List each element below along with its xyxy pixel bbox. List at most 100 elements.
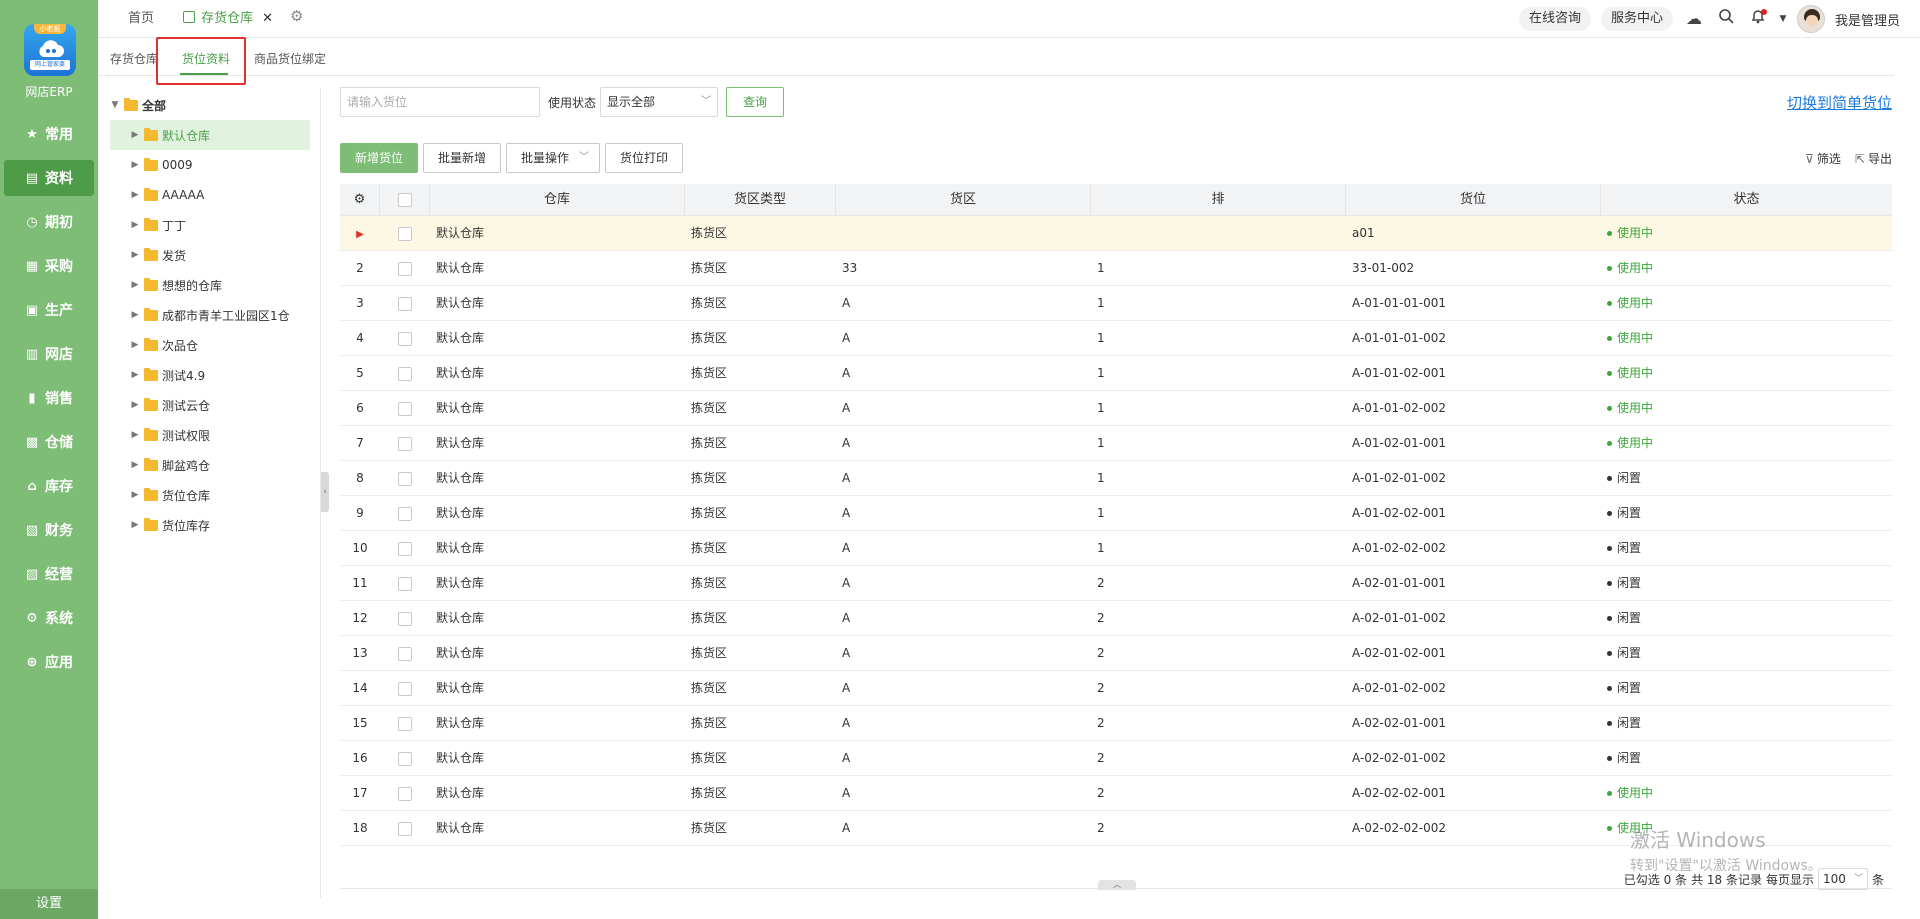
sidebar-item-12[interactable]: ⊕ 应用 bbox=[4, 644, 94, 680]
online-consult-button[interactable]: 在线咨询 bbox=[1518, 7, 1591, 31]
query-button[interactable]: 查询 bbox=[726, 87, 785, 117]
row-checkbox[interactable] bbox=[398, 436, 412, 451]
table-row[interactable]: 7 默认仓库 拣货区 A 1 A-01-02-01-001 使用中 bbox=[340, 426, 1892, 461]
tree-node[interactable]: ▶ 默认仓库 bbox=[110, 120, 310, 150]
header-status[interactable]: 状态 bbox=[1601, 184, 1892, 216]
tree-node[interactable]: ▶ 成都市青羊工业园区1仓 bbox=[110, 300, 310, 330]
table-row[interactable]: 11 默认仓库 拣货区 A 2 A-02-01-01-001 闲置 bbox=[340, 566, 1892, 601]
tree-node[interactable]: ▶ 发货 bbox=[110, 240, 310, 270]
bell-icon[interactable] bbox=[1747, 8, 1769, 30]
row-checkbox[interactable] bbox=[398, 681, 412, 696]
row-checkbox-cell[interactable] bbox=[380, 356, 430, 390]
settings-button[interactable]: 设置 bbox=[0, 889, 98, 919]
tree-node[interactable]: ▶ 货位仓库 bbox=[110, 480, 310, 510]
caret-right-icon[interactable]: ▶ bbox=[130, 190, 140, 200]
header-location[interactable]: 货位 bbox=[1346, 184, 1601, 216]
tree-node[interactable]: ▶ 0009 bbox=[110, 150, 310, 180]
row-checkbox-cell[interactable] bbox=[380, 251, 430, 285]
row-checkbox-cell[interactable] bbox=[380, 706, 430, 740]
row-checkbox-cell[interactable] bbox=[380, 776, 430, 810]
caret-right-icon[interactable]: ▶ bbox=[130, 160, 140, 170]
print-location-button[interactable]: 货位打印 bbox=[605, 143, 684, 173]
sidebar-item-8[interactable]: ⌂ 库存 bbox=[4, 468, 94, 504]
caret-right-icon[interactable]: ▶ bbox=[130, 340, 140, 350]
subtab-inventory-warehouse[interactable]: 存货仓库 bbox=[110, 50, 158, 67]
tree-node[interactable]: ▶ 货位库存 bbox=[110, 510, 310, 540]
chevron-down-icon[interactable]: ▼ bbox=[1779, 8, 1787, 30]
caret-down-icon[interactable]: ▼ bbox=[110, 100, 120, 110]
row-checkbox[interactable] bbox=[398, 226, 412, 241]
row-checkbox-cell[interactable] bbox=[380, 531, 430, 565]
subtab-product-location-binding[interactable]: 商品货位绑定 bbox=[254, 50, 326, 67]
status-filter-select[interactable]: 显示全部 ﹀ bbox=[600, 87, 719, 117]
row-checkbox-cell[interactable] bbox=[380, 636, 430, 670]
caret-right-icon[interactable]: ▶ bbox=[130, 430, 140, 440]
row-checkbox-cell[interactable] bbox=[380, 566, 430, 600]
row-checkbox[interactable] bbox=[398, 611, 412, 626]
table-row[interactable]: 10 默认仓库 拣货区 A 1 A-01-02-02-002 闲置 bbox=[340, 531, 1892, 566]
sidebar-item-11[interactable]: ⚙ 系统 bbox=[4, 600, 94, 636]
row-checkbox[interactable] bbox=[398, 821, 412, 836]
sidebar-item-0[interactable]: ★ 常用 bbox=[4, 116, 94, 152]
row-checkbox[interactable] bbox=[398, 296, 412, 311]
row-checkbox[interactable] bbox=[398, 401, 412, 416]
sidebar-item-7[interactable]: ▩ 仓储 bbox=[4, 424, 94, 460]
caret-right-icon[interactable]: ▶ bbox=[130, 130, 140, 140]
sidebar-item-10[interactable]: ▨ 经营 bbox=[4, 556, 94, 592]
row-checkbox-cell[interactable] bbox=[380, 741, 430, 775]
avatar[interactable] bbox=[1796, 5, 1825, 33]
caret-right-icon[interactable]: ▶ bbox=[130, 520, 140, 530]
header-zone[interactable]: 货区 bbox=[836, 184, 1091, 216]
table-row[interactable]: 5 默认仓库 拣货区 A 1 A-01-01-02-001 使用中 bbox=[340, 356, 1892, 391]
header-row[interactable]: 排 bbox=[1091, 184, 1346, 216]
caret-right-icon[interactable]: ▶ bbox=[130, 310, 140, 320]
tree-node[interactable]: ▶ 想想的仓库 bbox=[110, 270, 310, 300]
tree-node[interactable]: ▶ 测试云仓 bbox=[110, 390, 310, 420]
row-checkbox-cell[interactable] bbox=[380, 601, 430, 635]
sidebar-item-1[interactable]: ▤ 资料 bbox=[4, 160, 94, 196]
row-checkbox[interactable] bbox=[398, 716, 412, 731]
batch-new-button[interactable]: 批量新增 bbox=[423, 143, 502, 173]
tree-node[interactable]: ▶ 次品仓 bbox=[110, 330, 310, 360]
caret-right-icon[interactable]: ▶ bbox=[130, 490, 140, 500]
table-row[interactable]: 3 默认仓库 拣货区 A 1 A-01-01-01-001 使用中 bbox=[340, 286, 1892, 321]
row-checkbox[interactable] bbox=[398, 646, 412, 661]
row-checkbox[interactable] bbox=[398, 471, 412, 486]
caret-right-icon[interactable]: ▶ bbox=[130, 460, 140, 470]
table-row[interactable]: 4 默认仓库 拣货区 A 1 A-01-01-01-002 使用中 bbox=[340, 321, 1892, 356]
select-all-checkbox-cell[interactable] bbox=[380, 184, 430, 216]
cloud-download-icon[interactable]: ☁ bbox=[1683, 8, 1705, 30]
expand-panel-handle[interactable]: ︿ bbox=[1098, 880, 1136, 890]
row-checkbox-cell[interactable] bbox=[380, 426, 430, 460]
switch-simple-location-link[interactable]: 切换到简单货位 bbox=[1787, 92, 1892, 113]
user-name[interactable]: 我是管理员 bbox=[1835, 10, 1900, 29]
caret-right-icon[interactable]: ▶ bbox=[130, 400, 140, 410]
row-checkbox[interactable] bbox=[398, 751, 412, 766]
table-row[interactable]: 16 默认仓库 拣货区 A 2 A-02-02-01-002 闲置 bbox=[340, 741, 1892, 776]
table-row[interactable]: 8 默认仓库 拣货区 A 1 A-01-02-01-002 闲置 bbox=[340, 461, 1892, 496]
tree-node[interactable]: ▶ 测试4.9 bbox=[110, 360, 310, 390]
row-checkbox-cell[interactable] bbox=[380, 216, 430, 250]
app-logo[interactable]: 小老板 网上管家婆 bbox=[24, 24, 76, 76]
row-checkbox[interactable] bbox=[398, 576, 412, 591]
table-row[interactable]: 12 默认仓库 拣货区 A 2 A-02-01-01-002 闲置 bbox=[340, 601, 1892, 636]
table-row[interactable]: 17 默认仓库 拣货区 A 2 A-02-02-02-001 使用中 bbox=[340, 776, 1892, 811]
page-size-select[interactable]: 100 ﹀ bbox=[1817, 868, 1868, 890]
tree-node[interactable]: ▶ 测试权限 bbox=[110, 420, 310, 450]
row-checkbox-cell[interactable] bbox=[380, 321, 430, 355]
select-all-checkbox[interactable] bbox=[397, 192, 412, 207]
tab-home[interactable]: 首页 bbox=[128, 4, 154, 34]
table-row[interactable]: 2 默认仓库 拣货区 33 1 33-01-002 使用中 bbox=[340, 251, 1892, 286]
table-row[interactable]: 15 默认仓库 拣货区 A 2 A-02-02-01-001 闲置 bbox=[340, 706, 1892, 741]
row-checkbox[interactable] bbox=[398, 366, 412, 381]
row-checkbox-cell[interactable] bbox=[380, 811, 430, 845]
table-row[interactable]: 14 默认仓库 拣货区 A 2 A-02-01-02-002 闲置 bbox=[340, 671, 1892, 706]
table-row[interactable]: 9 默认仓库 拣货区 A 1 A-01-02-02-001 闲置 bbox=[340, 496, 1892, 531]
table-row[interactable]: 6 默认仓库 拣货区 A 1 A-01-01-02-002 使用中 bbox=[340, 391, 1892, 426]
sidebar-item-9[interactable]: ▧ 财务 bbox=[4, 512, 94, 548]
table-row[interactable]: ▶ 默认仓库 拣货区 a01 使用中 bbox=[340, 216, 1892, 251]
search-icon[interactable] bbox=[1715, 8, 1737, 30]
export-button[interactable]: ⇱ 导出 bbox=[1855, 150, 1892, 167]
sidebar-item-4[interactable]: ▣ 生产 bbox=[4, 292, 94, 328]
close-icon[interactable]: ✕ bbox=[262, 4, 273, 34]
